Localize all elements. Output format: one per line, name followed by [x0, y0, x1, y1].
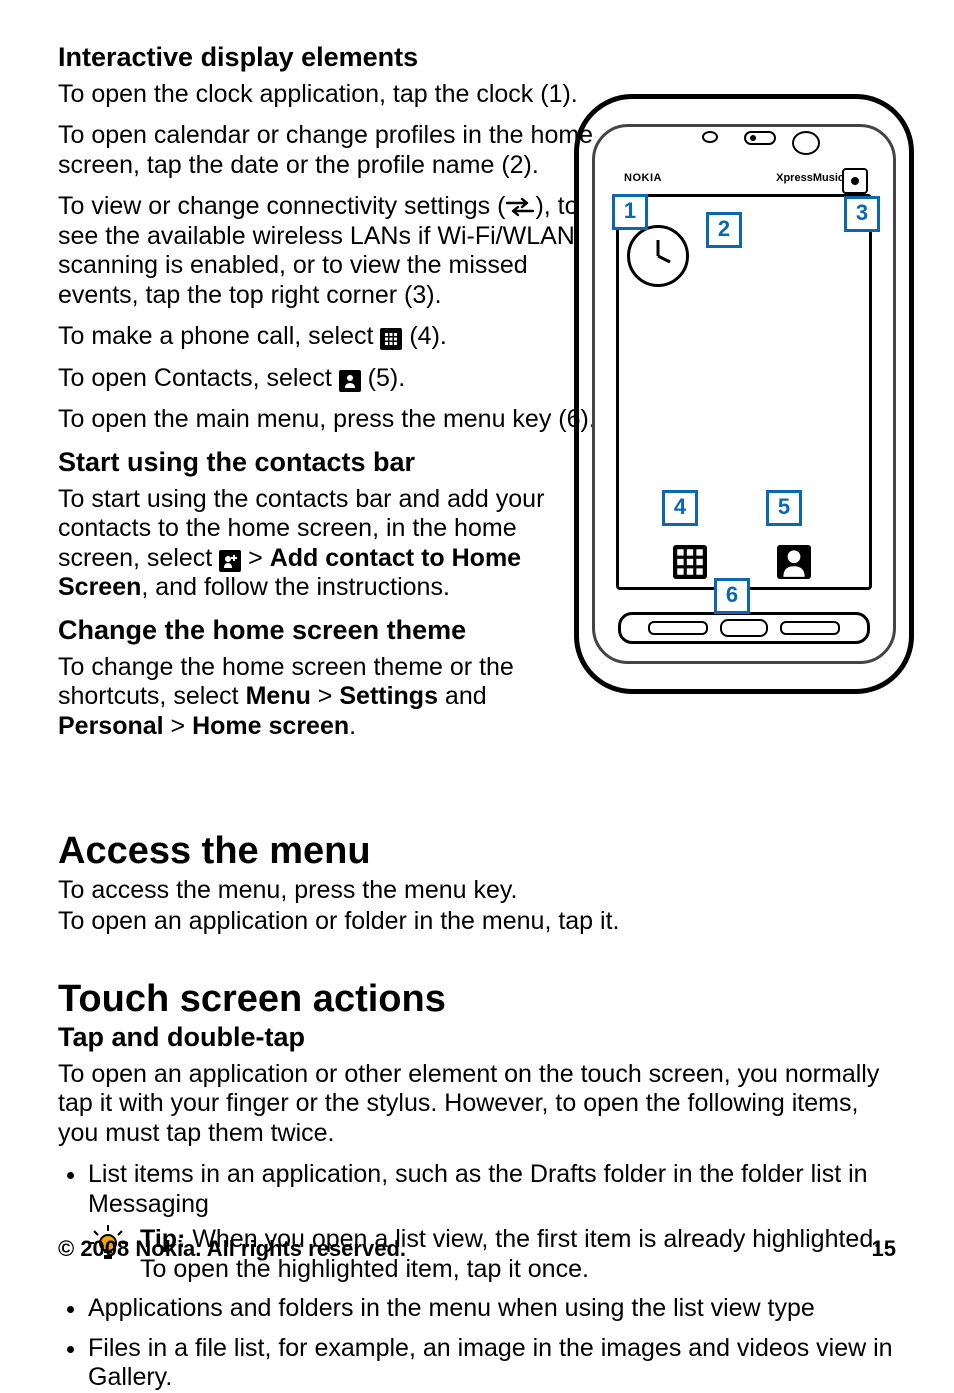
page-number: 15 [872, 1236, 896, 1262]
para-calendar: To open calendar or change profiles in t… [58, 121, 598, 180]
phone-screen [616, 194, 872, 590]
list-item: Applications and folders in the menu whe… [88, 1294, 896, 1324]
callout-3: 3 [844, 196, 880, 232]
para-change-theme: To change the home screen theme or the s… [58, 653, 598, 742]
statusbar-button-icon [842, 168, 868, 194]
para-phone-call-b: (4). [402, 322, 446, 350]
para-clock: To open the clock application, tap the c… [58, 80, 598, 110]
dialer-screen-icon [673, 545, 707, 579]
earpiece-icon [702, 131, 718, 143]
para-contacts: To open Contacts, select (5). [58, 364, 598, 394]
list-item: List items in an application, such as th… [88, 1160, 896, 1284]
tap-list: List items in an application, such as th… [58, 1160, 896, 1393]
ct-end: . [349, 712, 356, 740]
left-softkey-icon [648, 621, 708, 635]
spacer [58, 949, 896, 977]
dialer-icon [380, 328, 402, 350]
ct-menu: Menu [246, 682, 311, 710]
heading-interactive-display: Interactive display elements [58, 42, 896, 74]
para-connectivity: To view or change connectivity settings … [58, 192, 598, 310]
callout-2: 2 [706, 212, 742, 248]
li1-text: List items in an application, such as th… [88, 1160, 896, 1219]
gt: > [241, 544, 270, 572]
manual-page: Interactive display elements To open the… [0, 0, 954, 1322]
ct-gt1: > [311, 682, 340, 710]
add-contact-icon [219, 550, 241, 572]
ct-personal: Personal [58, 712, 164, 740]
right-softkey-icon [780, 621, 840, 635]
phone-bottom-buttons [618, 612, 870, 644]
contacts-icon [339, 370, 361, 392]
ct-and: and [438, 682, 487, 710]
heading-access-menu: Access the menu [58, 829, 896, 874]
sensor-icon [744, 131, 776, 145]
para-tap-intro: To open an application or other element … [58, 1060, 896, 1149]
connectivity-icon [505, 197, 535, 217]
clock-icon [627, 225, 689, 287]
para-connectivity-a: To view or change connectivity settings … [58, 192, 505, 220]
callout-5: 5 [766, 490, 802, 526]
brand-nokia: NOKIA [624, 172, 662, 185]
copyright: © 2008 Nokia. All rights reserved. [58, 1236, 406, 1262]
list-item: Files in a file list, for example, an im… [88, 1334, 896, 1393]
para-contacts-b: (5). [361, 364, 405, 392]
spacer [58, 753, 896, 829]
callout-6: 6 [714, 578, 750, 614]
menu-key-icon [720, 619, 768, 637]
para-contacts-a: To open Contacts, select [58, 364, 339, 392]
para-phone-call-a: To make a phone call, select [58, 322, 380, 350]
para-contacts-bar: To start using the contacts bar and add … [58, 485, 598, 603]
para-access-2: To open an application or folder in the … [58, 907, 896, 937]
heading-tap-double-tap: Tap and double-tap [58, 1022, 896, 1054]
ct-gt2: > [164, 712, 193, 740]
ct-settings: Settings [339, 682, 438, 710]
heading-touch-actions: Touch screen actions [58, 977, 896, 1022]
para-contacts-bar-b: , and follow the instructions. [141, 573, 450, 601]
camera-icon [792, 131, 820, 155]
para-phone-call: To make a phone call, select (4). [58, 322, 598, 352]
callout-4: 4 [662, 490, 698, 526]
para-access-1: To access the menu, press the menu key. [58, 876, 896, 906]
callout-1: 1 [612, 194, 648, 230]
brand-xpressmusic: XpressMusic [776, 172, 844, 185]
contacts-screen-icon [777, 545, 811, 579]
page-footer: © 2008 Nokia. All rights reserved. 15 [58, 1236, 896, 1262]
ct-home: Home screen [192, 712, 349, 740]
phone-illustration: NOKIA XpressMusic 1 2 3 4 5 6 [574, 94, 914, 694]
para-main-menu: To open the main menu, press the menu ke… [58, 405, 598, 435]
